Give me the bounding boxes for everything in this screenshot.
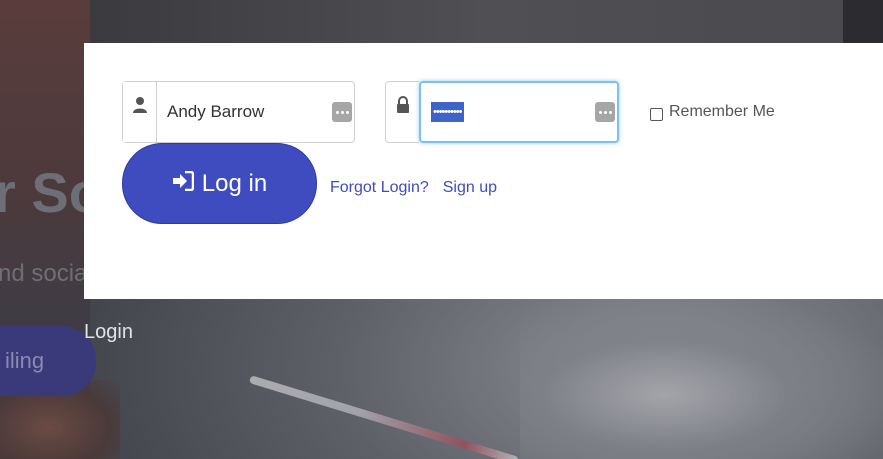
username-field: Andy Barrow xyxy=(122,81,355,143)
hero-subtitle: nd socia xyxy=(0,260,88,287)
background-image-top xyxy=(90,0,883,45)
background-image-corner xyxy=(843,0,883,45)
password-value: •••••••••• xyxy=(431,102,464,122)
username-input[interactable]: Andy Barrow xyxy=(157,82,354,142)
lock-icon xyxy=(385,81,419,143)
background-splash xyxy=(520,300,883,459)
username-value: Andy Barrow xyxy=(167,102,265,121)
remember-label: Remember Me xyxy=(669,103,775,120)
sign-in-icon xyxy=(172,170,195,198)
forgot-login-link[interactable]: Forgot Login? xyxy=(330,179,429,197)
login-modal: Andy Barrow •••••••••• Remember Me Log i… xyxy=(84,43,883,299)
remember-me[interactable]: Remember Me xyxy=(650,103,775,121)
auth-links: Forgot Login? Sign up xyxy=(330,179,497,197)
page: r So nd socia iling Login Andy Barrow ••… xyxy=(0,0,883,459)
remember-checkbox[interactable] xyxy=(650,107,663,121)
login-button-label: Log in xyxy=(201,169,268,197)
password-field: •••••••••• xyxy=(385,81,619,143)
autofill-icon[interactable] xyxy=(332,102,352,122)
user-icon xyxy=(123,82,157,142)
autofill-icon[interactable] xyxy=(595,102,615,122)
login-link[interactable]: Login xyxy=(84,321,133,344)
password-input[interactable]: •••••••••• xyxy=(419,81,619,143)
hero-button[interactable]: iling xyxy=(0,326,96,396)
sign-up-link[interactable]: Sign up xyxy=(443,179,497,197)
background-oar xyxy=(248,375,519,459)
login-button[interactable]: Log in xyxy=(122,143,317,224)
